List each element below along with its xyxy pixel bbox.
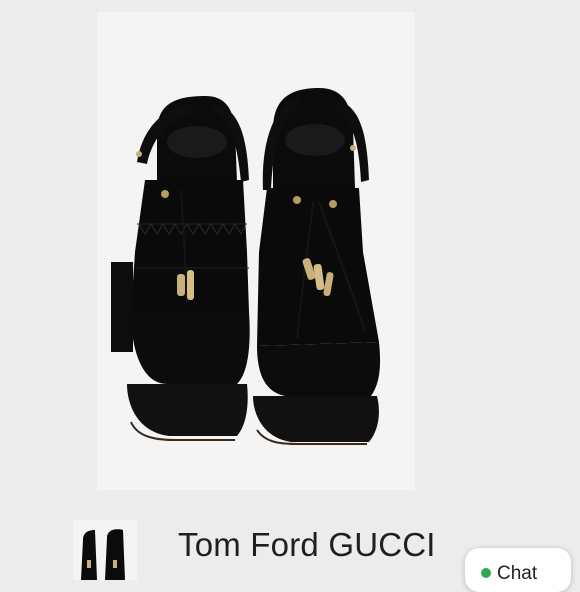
online-status-icon bbox=[481, 568, 491, 578]
left-sandal bbox=[111, 96, 250, 441]
right-sandal bbox=[253, 88, 381, 445]
sandals-thumbnail-icon bbox=[81, 529, 125, 580]
listing-title: Tom Ford GUCCI bbox=[178, 526, 436, 563]
main-product-image[interactable] bbox=[97, 12, 415, 490]
chat-button-label: Chat bbox=[497, 563, 538, 584]
chat-button[interactable]: Chat bbox=[465, 548, 571, 592]
sandals-photo bbox=[111, 88, 381, 445]
product-thumbnail[interactable] bbox=[73, 520, 137, 580]
